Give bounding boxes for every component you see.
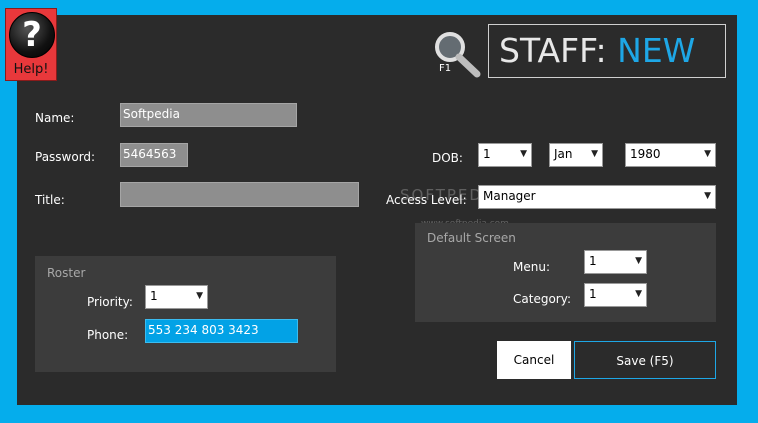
category-value: 1 bbox=[589, 287, 597, 301]
dob-day-value: 1 bbox=[483, 147, 491, 161]
access-level-value: Manager bbox=[483, 189, 536, 203]
name-field[interactable]: Softpedia bbox=[120, 103, 297, 127]
title-field[interactable] bbox=[120, 182, 359, 207]
help-label: Help! bbox=[13, 62, 49, 77]
phone-field[interactable]: 553 234 803 3423 bbox=[145, 319, 298, 343]
access-level-select[interactable]: Manager ▼ bbox=[478, 185, 716, 209]
chevron-down-icon: ▼ bbox=[196, 291, 203, 301]
phone-label: Phone: bbox=[87, 328, 129, 342]
dob-month-select[interactable]: Jan ▼ bbox=[549, 143, 603, 167]
title-label: Title: bbox=[35, 193, 65, 207]
default-screen-group-title: Default Screen bbox=[427, 231, 516, 245]
chevron-down-icon: ▼ bbox=[704, 149, 711, 159]
password-field[interactable]: 5464563 bbox=[120, 143, 188, 167]
chevron-down-icon: ▼ bbox=[635, 256, 642, 266]
search-shortcut-label: F1 bbox=[439, 63, 452, 74]
roster-group: Roster bbox=[35, 256, 336, 372]
priority-label: Priority: bbox=[87, 295, 133, 309]
roster-group-title: Roster bbox=[47, 266, 86, 280]
name-label: Name: bbox=[35, 111, 75, 125]
dob-day-select[interactable]: 1 ▼ bbox=[478, 143, 532, 167]
title-mode: NEW bbox=[617, 31, 696, 70]
priority-value: 1 bbox=[150, 289, 158, 303]
chevron-down-icon: ▼ bbox=[704, 191, 711, 201]
help-button[interactable]: ? Help! bbox=[5, 8, 57, 81]
access-level-label: Access Level: bbox=[386, 193, 467, 207]
menu-value: 1 bbox=[589, 254, 597, 268]
default-screen-group: Default Screen bbox=[415, 223, 716, 322]
dob-label: DOB: bbox=[432, 151, 463, 165]
title-prefix: STAFF: bbox=[499, 31, 607, 70]
dob-month-value: Jan bbox=[554, 147, 573, 161]
question-icon: ? bbox=[9, 12, 55, 58]
chevron-down-icon: ▼ bbox=[520, 149, 527, 159]
password-label: Password: bbox=[35, 150, 96, 164]
menu-select[interactable]: 1 ▼ bbox=[584, 250, 647, 274]
priority-select[interactable]: 1 ▼ bbox=[145, 285, 208, 309]
page-title: STAFF: NEW bbox=[488, 24, 726, 78]
save-button[interactable]: Save (F5) bbox=[574, 341, 716, 379]
cancel-button[interactable]: Cancel bbox=[497, 341, 571, 379]
dob-year-select[interactable]: 1980 ▼ bbox=[625, 143, 716, 167]
category-label: Category: bbox=[513, 292, 571, 306]
menu-label: Menu: bbox=[513, 260, 550, 274]
chevron-down-icon: ▼ bbox=[591, 149, 598, 159]
category-select[interactable]: 1 ▼ bbox=[584, 283, 647, 307]
dob-year-value: 1980 bbox=[630, 147, 661, 161]
chevron-down-icon: ▼ bbox=[635, 289, 642, 299]
